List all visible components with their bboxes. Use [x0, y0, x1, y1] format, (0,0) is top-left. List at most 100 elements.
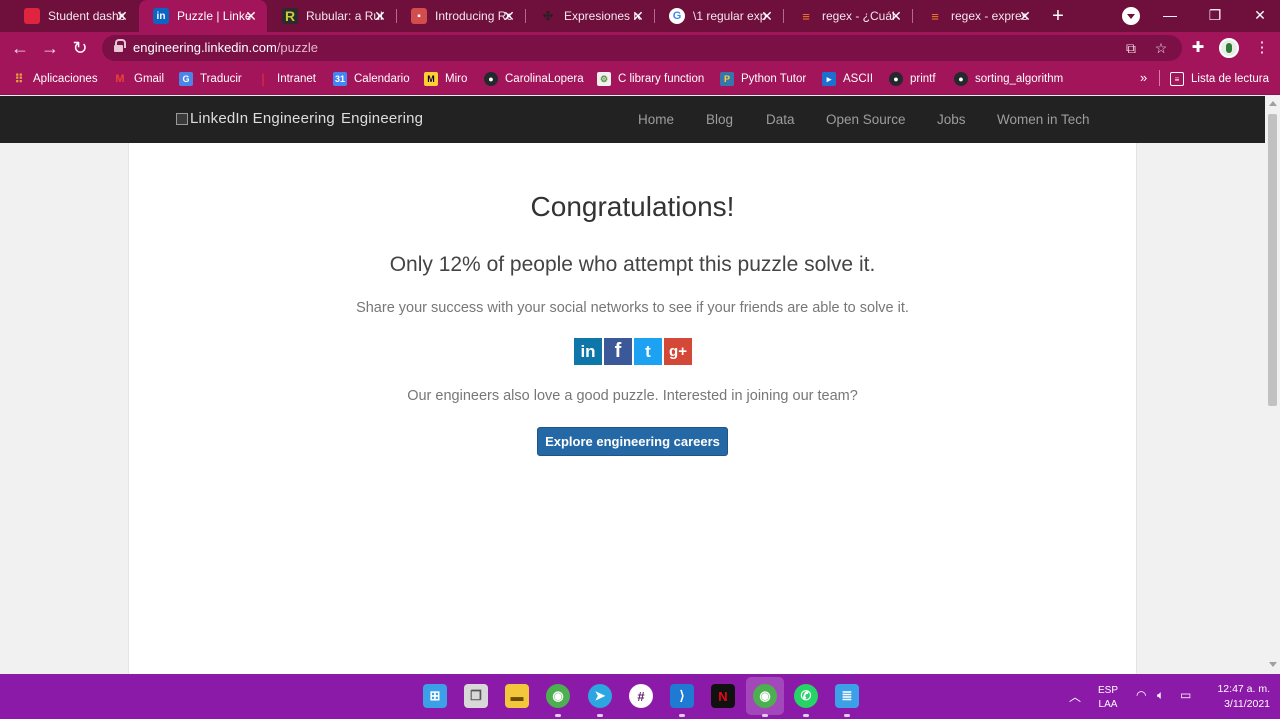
page-scrollbar[interactable] [1265, 96, 1280, 674]
bookmark-calendario[interactable]: 31 Calendario [333, 70, 410, 88]
bookmark-traducir[interactable]: G Traducir [179, 70, 242, 88]
site-logo[interactable]: LinkedIn Engineering Engineering [176, 110, 423, 127]
close-icon[interactable]: ✕ [630, 8, 646, 24]
close-icon[interactable]: ✕ [372, 8, 388, 24]
tab-rubular[interactable]: R Rubular: a Rub ✕ [268, 0, 396, 32]
bookmark-miro[interactable]: M Miro [424, 70, 467, 88]
address-bar[interactable]: engineering.linkedin.com/puzzle ⧉ ☆ [102, 35, 1182, 61]
close-icon[interactable]: ✕ [759, 8, 775, 24]
volume-icon[interactable]: 🔈︎ [1157, 688, 1164, 703]
tab-strip: Student dashb ✕ in Puzzle | Linke ✕ R Ru… [0, 0, 1280, 32]
tab-title: \1 regular exp [693, 9, 767, 23]
scroll-down-arrow-icon[interactable] [1269, 662, 1277, 667]
tab-expresiones-regulares[interactable]: ✣ Expresiones re ✕ [526, 0, 654, 32]
whatsapp-icon[interactable]: ✆ [794, 684, 818, 717]
url-text[interactable]: engineering.linkedin.com/puzzle [133, 40, 318, 55]
tab-puzzle-linkedin[interactable]: in Puzzle | Linke ✕ [139, 0, 267, 32]
telegram-icon[interactable]: ➤ [588, 684, 612, 717]
twitter-share-icon[interactable]: t [634, 338, 662, 365]
bookmark-c-library-function[interactable]: ⚙ C library function [597, 70, 704, 88]
chrome-profile-icon[interactable]: ◉ [753, 684, 777, 717]
github-icon: ● [889, 72, 903, 86]
bookmark-intranet[interactable]: ❘ Intranet [256, 70, 316, 88]
task-view-icon[interactable]: ❐ [464, 684, 488, 708]
tab-title: Expresiones re [564, 9, 640, 23]
nav-home[interactable]: Home [638, 112, 674, 127]
url-host: engineering.linkedin.com [133, 40, 277, 55]
linkedin-share-icon[interactable]: in [574, 338, 602, 365]
netflix-icon[interactable]: N [711, 684, 735, 708]
tab-regex-expresion[interactable]: ≡ regex - expres ✕ [913, 0, 1041, 32]
bookmark-carolinalopera[interactable]: ● CarolinaLopera [484, 70, 584, 88]
tab-regex-cual[interactable]: ≡ regex - ¿Cuál ✕ [784, 0, 912, 32]
scroll-up-arrow-icon[interactable] [1269, 101, 1277, 106]
extensions-puzzle-icon[interactable]: ✚ [1188, 38, 1208, 58]
restore-icon[interactable]: ❐ [1195, 0, 1235, 32]
googleplus-share-icon[interactable]: g+ [664, 338, 692, 365]
facebook-share-icon[interactable]: f [604, 338, 632, 365]
nav-jobs[interactable]: Jobs [937, 112, 966, 127]
profile-avatar[interactable] [1219, 38, 1239, 58]
bookmark-aplicaciones[interactable]: ⠿ Aplicaciones [12, 70, 98, 88]
tab-title: regex - expres [951, 9, 1027, 23]
reload-icon[interactable]: ↻ [68, 36, 92, 60]
input-language[interactable]: ESP LAA [1097, 684, 1119, 712]
chrome-icon[interactable]: ◉ [546, 684, 570, 717]
tab-google-search[interactable]: G \1 regular exp ✕ [655, 0, 783, 32]
nav-open-source[interactable]: Open Source [826, 112, 906, 127]
more-bookmarks-chevron-icon[interactable]: » [1140, 70, 1147, 85]
tab-introducing-regex[interactable]: ▪ Introducing Re ✕ [397, 0, 525, 32]
slack-icon[interactable]: # [629, 684, 653, 708]
bookmark-label: sorting_algorithm [975, 73, 1064, 85]
nav-blog[interactable]: Blog [706, 112, 733, 127]
windows-start-icon[interactable]: ⊞ [423, 684, 447, 708]
windows-taskbar: ⊞ ❐ ▬ ◉ ➤ # ⟩ N ◉ ✆ ≣ [0, 674, 1280, 719]
menu-kebab-icon[interactable]: ⋮ [1252, 38, 1272, 58]
logo-word: Engineering [340, 110, 424, 127]
stackoverflow-icon: ≡ [802, 8, 810, 24]
tutorialspoint-icon: ⚙ [597, 72, 611, 86]
bookmark-sorting-algorithm[interactable]: ● sorting_algorithm [954, 70, 1063, 88]
vscode-icon[interactable]: ⟩ [670, 684, 694, 717]
keyboard-layout: LAA [1098, 699, 1118, 710]
tab-search-icon[interactable] [1122, 7, 1140, 25]
tray-overflow-chevron-icon[interactable]: ︿ [1069, 688, 1081, 705]
nav-women-in-tech[interactable]: Women in Tech [997, 112, 1090, 127]
bookmark-printf[interactable]: ● printf [889, 70, 936, 88]
scrollbar-thumb[interactable] [1268, 114, 1277, 406]
clock-date: 3/11/2021 [1224, 698, 1270, 710]
close-icon[interactable]: ✕ [1017, 8, 1033, 24]
lock-icon[interactable] [114, 39, 126, 53]
minimize-icon[interactable]: — [1150, 0, 1190, 32]
bookmark-label: Gmail [134, 73, 165, 85]
bookmark-star-icon[interactable]: ☆ [1152, 39, 1170, 57]
logo-alt-text: LinkedIn Engineering [190, 110, 335, 127]
rubular-icon: R [282, 8, 298, 24]
nav-data[interactable]: Data [766, 112, 795, 127]
translate-icon[interactable]: ⧉ [1122, 39, 1140, 57]
bookmark-gmail[interactable]: M Gmail [113, 70, 164, 88]
system-clock[interactable]: 12:47 a. m. 3/11/2021 [1200, 682, 1270, 712]
broken-image-icon [176, 112, 188, 125]
close-icon[interactable]: ✕ [501, 8, 517, 24]
close-icon[interactable]: ✕ [114, 8, 130, 24]
reading-list-label: Lista de lectura [1191, 73, 1269, 85]
forward-arrow-icon[interactable]: → [38, 36, 62, 60]
bookmark-ascii[interactable]: ▸ ASCII [822, 70, 873, 88]
page-viewport: LinkedIn Engineering Engineering Home Bl… [0, 96, 1280, 674]
notepad-icon[interactable]: ≣ [835, 684, 859, 717]
explore-careers-button[interactable]: Explore engineering careers [537, 427, 728, 456]
wifi-icon[interactable]: ◠ [1136, 688, 1146, 702]
battery-icon[interactable]: ▭ [1180, 688, 1191, 702]
close-icon[interactable]: ✕ [243, 8, 259, 24]
close-icon[interactable]: ✕ [888, 8, 904, 24]
reading-list[interactable]: ≡ Lista de lectura [1170, 70, 1269, 88]
bookmark-label: Aplicaciones [33, 73, 98, 85]
tab-student-dashboard[interactable]: Student dashb ✕ [10, 0, 138, 32]
file-explorer-icon[interactable]: ▬ [505, 684, 529, 708]
tab-title: Student dashb [48, 9, 124, 23]
window-close-icon[interactable]: ✕ [1240, 0, 1280, 32]
bookmark-python-tutor[interactable]: P Python Tutor [720, 70, 806, 88]
back-arrow-icon[interactable]: ← [8, 36, 32, 60]
new-tab-button[interactable]: + [1046, 4, 1070, 28]
